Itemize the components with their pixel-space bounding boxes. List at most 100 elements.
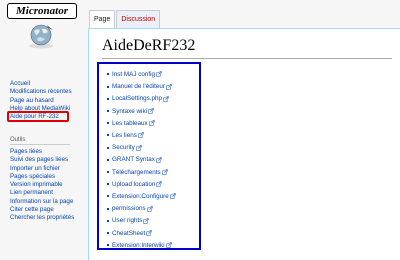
bullet-icon (107, 85, 109, 88)
external-link-icon (143, 218, 150, 224)
tools-link[interactable]: Suivi des pages liées (10, 156, 68, 163)
title-divider (102, 58, 392, 59)
external-link[interactable]: Upload location (112, 181, 155, 188)
external-link-icon (156, 181, 163, 187)
blue-highlight-box: Inst MAJ config Manuel de l'éditeur LocalS… (97, 62, 201, 250)
logo-text: Micronator (7, 3, 77, 19)
page-tabs: Page Discussion (89, 10, 161, 30)
tools-portlet: Outils Pages liées Suivi des pages liées… (10, 136, 74, 223)
external-link-icon (165, 242, 172, 248)
link-list-item[interactable]: Syntaxe wiki (107, 106, 176, 118)
bullet-icon (107, 134, 109, 137)
link-list-item[interactable]: GRANT Syntax (107, 154, 176, 166)
external-link-icon (138, 132, 144, 139)
external-link[interactable]: Téléchargements (112, 169, 161, 176)
tools-item[interactable]: Citer cette page (10, 206, 74, 214)
bullet-icon (107, 146, 109, 149)
tools-link[interactable]: Version imprimable (10, 181, 63, 188)
link-list-item[interactable]: User rights (107, 215, 176, 227)
globe-icon (29, 24, 53, 49)
external-link-icon (161, 169, 168, 175)
tools-link[interactable]: Importer un fichier (10, 165, 60, 172)
external-link[interactable]: permissions (112, 205, 146, 212)
tools-link[interactable]: Pages liées (10, 148, 42, 155)
external-link-icon (146, 205, 153, 212)
external-link-icon (136, 144, 142, 151)
tools-link[interactable]: Chercher les propriétés (10, 214, 74, 221)
bullet-icon (107, 73, 109, 76)
external-link-list: Inst MAJ config Manuel de l'éditeur LocalS… (107, 69, 176, 252)
tools-list: Pages liées Suivi des pages liées Import… (10, 148, 74, 223)
sidebar: Micronator Accueil Modifications récente… (0, 0, 88, 260)
bullet-icon (107, 122, 109, 125)
external-link[interactable]: Security (112, 144, 135, 151)
link-list-item[interactable]: Les liens (107, 130, 176, 142)
tools-link[interactable]: Information sur la page (10, 198, 73, 205)
bullet-icon (107, 207, 109, 210)
red-highlight-box (7, 111, 69, 122)
external-link[interactable]: Manuel de l'éditeur (112, 83, 165, 90)
link-list-item[interactable]: Téléchargements (107, 167, 176, 179)
bullet-icon (107, 219, 109, 222)
external-link-icon (146, 230, 152, 236)
tools-item[interactable]: Pages liées (10, 148, 74, 156)
external-link[interactable]: GRANT Syntax (112, 156, 155, 163)
link-list-item[interactable]: Extension:Interwiki (107, 240, 176, 252)
external-link[interactable]: Syntaxe wiki (112, 108, 147, 115)
nav-item-accueil[interactable]: Accueil (10, 80, 72, 88)
tools-link[interactable]: Pages spéciales (10, 173, 55, 180)
external-link[interactable]: Extension:Interwiki (112, 242, 165, 249)
site-logo[interactable]: Micronator (5, 3, 79, 49)
bullet-icon (107, 244, 109, 247)
bullet-icon (107, 231, 109, 234)
nav-portlet: Accueil Modifications récentes Page au h… (7, 80, 72, 122)
tools-item[interactable]: Pages spéciales (10, 173, 74, 181)
tools-item[interactable]: Information sur la page (10, 198, 74, 206)
external-link-icon (166, 83, 172, 90)
external-link-icon (170, 193, 176, 200)
tools-item[interactable]: Importer un fichier (10, 165, 74, 173)
nav-link[interactable]: Accueil (10, 80, 30, 87)
nav-item-recent-changes[interactable]: Modifications récentes (10, 88, 72, 96)
link-list-item[interactable]: Manuel de l'éditeur (107, 81, 176, 93)
link-list-item[interactable]: CheatSheet (107, 228, 176, 240)
external-link[interactable]: Extension:Configure (112, 193, 169, 200)
bullet-icon (107, 109, 109, 112)
link-list-item[interactable]: permissions (107, 203, 176, 215)
content-area: AideDeRF232 Inst MAJ config Manuel de l'é… (88, 28, 400, 260)
external-link[interactable]: User rights (112, 217, 142, 224)
link-list-item[interactable]: Inst MAJ config (107, 69, 176, 81)
external-link[interactable]: Les tableaux (112, 120, 148, 127)
tools-item[interactable]: Lien permanent (10, 189, 74, 197)
external-link[interactable]: LocalSettings.php (112, 95, 162, 102)
external-link[interactable]: CheatSheet (112, 230, 145, 237)
external-link[interactable]: Inst MAJ config (112, 71, 155, 78)
external-link-icon (156, 71, 162, 78)
nav-link[interactable]: Modifications récentes (10, 88, 72, 95)
link-list-item[interactable]: Upload location (107, 179, 176, 191)
external-link-icon (156, 157, 162, 163)
tab-page[interactable]: Page (89, 10, 116, 30)
link-list-item[interactable]: Extension:Configure (107, 191, 176, 203)
external-link-icon (149, 120, 155, 126)
external-link-icon (148, 108, 154, 114)
tools-heading: Outils (10, 136, 70, 145)
nav-link[interactable]: Page au hasard (10, 97, 54, 104)
nav-item-random-page[interactable]: Page au hasard (10, 97, 72, 105)
tools-item[interactable]: Version imprimable (10, 181, 74, 189)
external-link-icon (163, 96, 169, 102)
page-title: AideDeRF232 (102, 37, 196, 54)
tab-discussion[interactable]: Discussion (116, 10, 161, 30)
tools-item[interactable]: Chercher les propriétés (10, 214, 74, 222)
tools-link[interactable]: Citer cette page (10, 206, 54, 213)
tools-item[interactable]: Suivi des pages liées (10, 156, 74, 164)
link-list-item[interactable]: Security (107, 142, 176, 154)
bullet-icon (107, 183, 109, 186)
external-link[interactable]: Les liens (112, 132, 137, 139)
bullet-icon (107, 170, 109, 173)
bullet-icon (107, 158, 109, 161)
link-list-item[interactable]: Les tableaux (107, 118, 176, 130)
tools-link[interactable]: Lien permanent (10, 189, 53, 196)
bullet-icon (107, 97, 109, 100)
link-list-item[interactable]: LocalSettings.php (107, 93, 176, 105)
